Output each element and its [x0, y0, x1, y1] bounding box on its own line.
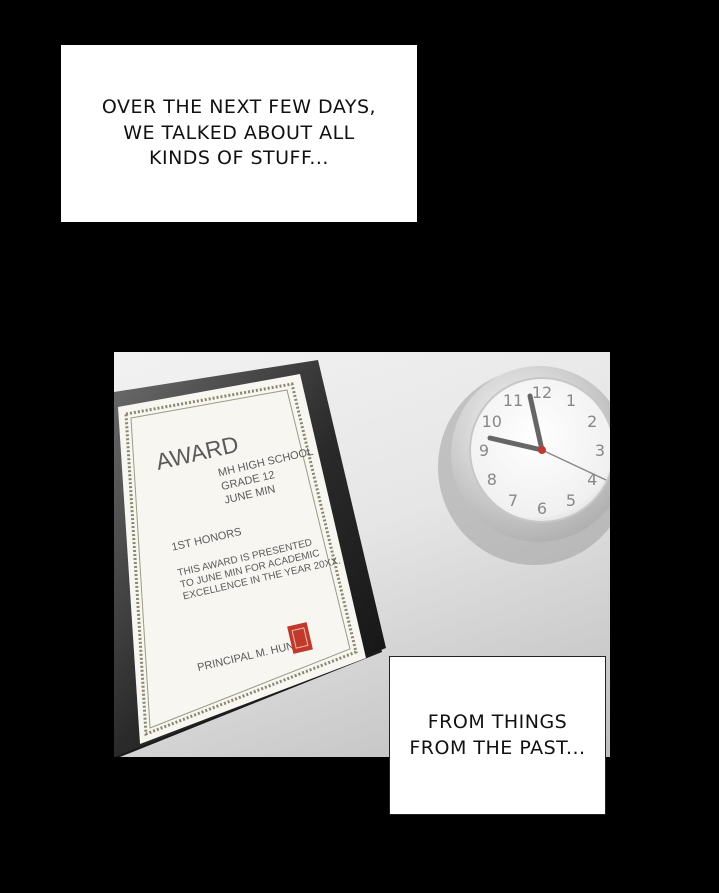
caption-text-bottom: FROM THINGS FROM THE PAST... [409, 710, 586, 759]
caption-box-top: OVER THE NEXT FEW DAYS, WE TALKED ABOUT … [61, 45, 417, 222]
clock-numeral-7: 7 [508, 491, 518, 510]
clock-numeral-9: 9 [479, 441, 489, 460]
wall-clock: 12 1234567891011 [438, 366, 610, 565]
caption-box-bottom: FROM THINGS FROM THE PAST... [389, 656, 606, 815]
clock-numeral-1: 1 [566, 391, 576, 410]
clock-numeral-8: 8 [487, 470, 497, 489]
clock-numeral-3: 3 [595, 441, 605, 460]
clock-center [538, 446, 546, 454]
clock-numeral-10: 10 [482, 412, 502, 431]
clock-numeral-11: 11 [503, 391, 523, 410]
caption-text-top: OVER THE NEXT FEW DAYS, WE TALKED ABOUT … [101, 96, 377, 170]
clock-numeral-12: 12 [532, 383, 552, 402]
clock-numeral-2: 2 [587, 412, 597, 431]
clock-numeral-5: 5 [566, 491, 576, 510]
clock-numeral-6: 6 [537, 499, 547, 518]
